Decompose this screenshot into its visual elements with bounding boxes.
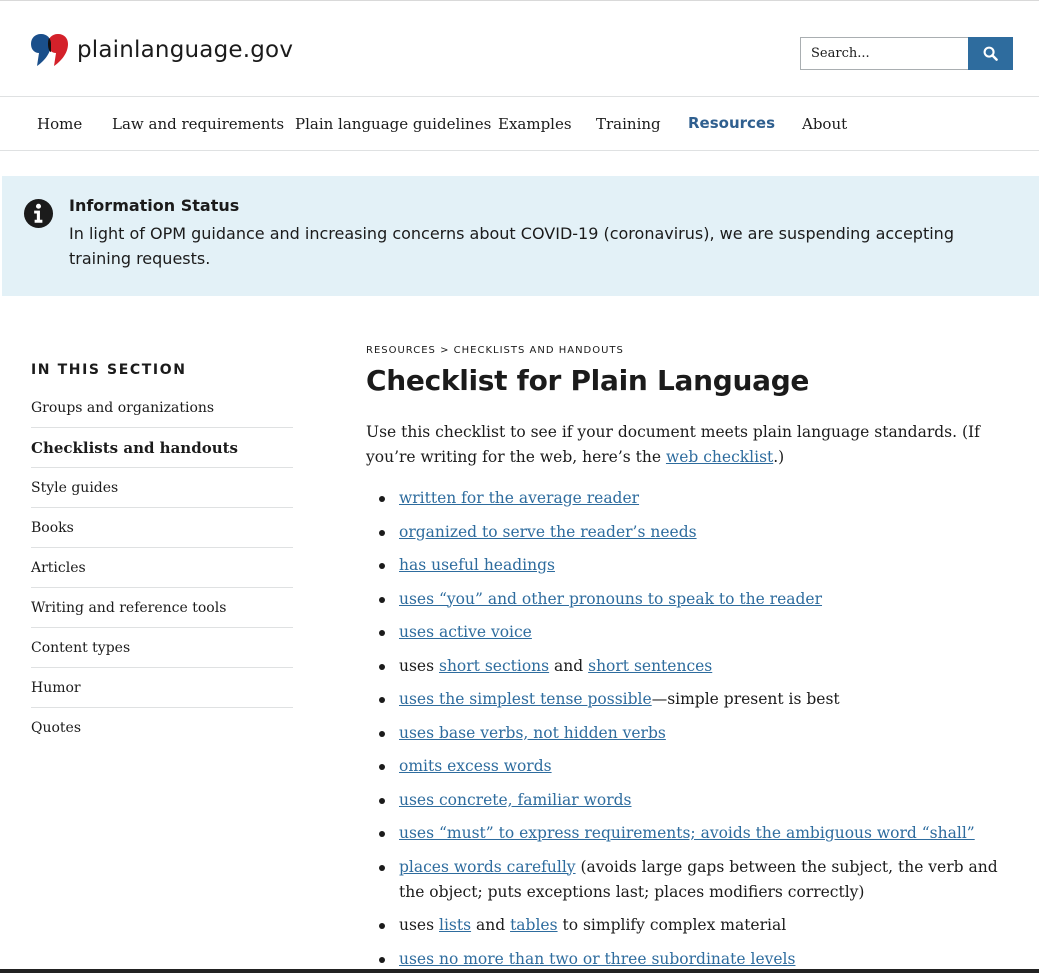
- checklist-item: omits excess words: [366, 754, 1016, 779]
- checklist-text: uses: [399, 916, 439, 934]
- sidebar-heading: IN THIS SECTION: [31, 362, 187, 378]
- checklist-item: uses lists and tables to simplify comple…: [366, 913, 1016, 938]
- breadcrumb: RESOURCES > CHECKLISTS AND HANDOUTS: [366, 345, 624, 356]
- checklist-item: uses base verbs, not hidden verbs: [366, 721, 1016, 746]
- info-alert: Information Status In light of OPM guida…: [2, 176, 1039, 296]
- intro-text-end: .): [773, 448, 785, 466]
- quote-logo-icon: [31, 34, 68, 66]
- intro-paragraph: Use this checklist to see if your docume…: [366, 420, 1016, 470]
- nav-item-training[interactable]: Training: [596, 115, 661, 133]
- sidebar-item-content-types[interactable]: Content types: [31, 628, 293, 668]
- web-checklist-link[interactable]: web checklist: [666, 448, 773, 466]
- sidebar-item-groups-and-organizations[interactable]: Groups and organizations: [31, 388, 293, 428]
- sidebar-item-style-guides[interactable]: Style guides: [31, 468, 293, 508]
- checklist-item: written for the average reader: [366, 486, 1016, 511]
- sidebar-item-books[interactable]: Books: [31, 508, 293, 548]
- checklist-item: organized to serve the reader’s needs: [366, 520, 1016, 545]
- checklist-link[interactable]: tables: [510, 916, 557, 934]
- checklist: written for the average reader organized …: [366, 486, 1016, 973]
- nav-item-about[interactable]: About: [802, 115, 847, 133]
- info-icon: [23, 198, 54, 229]
- site-name: plainlanguage.gov: [77, 37, 294, 63]
- nav-item-law-and-requirements[interactable]: Law and requirements: [112, 115, 284, 133]
- checklist-link[interactable]: short sentences: [588, 657, 712, 675]
- checklist-link[interactable]: organized to serve the reader’s needs: [399, 523, 697, 541]
- checklist-link[interactable]: uses no more than two or three subordina…: [399, 950, 795, 968]
- sidebar-item-humor[interactable]: Humor: [31, 668, 293, 708]
- checklist-text: —simple present is best: [651, 690, 840, 708]
- checklist-link[interactable]: uses concrete, familiar words: [399, 791, 632, 809]
- checklist-text: uses: [399, 656, 439, 675]
- checklist-item: places words carefully (avoids large gap…: [366, 855, 1016, 905]
- checklist-text: to simplify complex material: [557, 916, 787, 934]
- checklist-link[interactable]: uses active voice: [399, 623, 532, 641]
- site-header: plainlanguage.gov: [0, 1, 1039, 96]
- sidebar-item-writing-and-reference-tools[interactable]: Writing and reference tools: [31, 588, 293, 628]
- sidebar-item-checklists-and-handouts[interactable]: Checklists and handouts: [31, 428, 293, 468]
- page-cutoff-edge: [0, 969, 1039, 973]
- sidebar-item-quotes[interactable]: Quotes: [31, 708, 293, 748]
- checklist-item: has useful headings: [366, 553, 1016, 578]
- checklist-link[interactable]: has useful headings: [399, 556, 555, 574]
- search-input[interactable]: [800, 37, 968, 70]
- page-title: Checklist for Plain Language: [366, 364, 810, 397]
- checklist-text: and: [549, 656, 589, 675]
- checklist-item: uses “you” and other pronouns to speak t…: [366, 587, 1016, 612]
- checklist-link[interactable]: short sections: [439, 657, 549, 675]
- checklist-item: uses short sections and short sentences: [366, 654, 1016, 679]
- checklist-link[interactable]: written for the average reader: [399, 489, 639, 507]
- search-form: [800, 37, 1013, 70]
- checklist-link[interactable]: uses “must” to express requirements; avo…: [399, 824, 975, 842]
- checklist-item: uses the simplest tense possible—simple …: [366, 687, 1016, 712]
- checklist-item: uses “must” to express requirements; avo…: [366, 821, 1016, 846]
- sidebar-item-articles[interactable]: Articles: [31, 548, 293, 588]
- checklist-link[interactable]: uses “you” and other pronouns to speak t…: [399, 590, 822, 608]
- checklist-link[interactable]: uses base verbs, not hidden verbs: [399, 724, 666, 742]
- search-icon: [983, 46, 998, 61]
- checklist-link[interactable]: places words carefully: [399, 858, 576, 876]
- checklist-text: and: [471, 916, 511, 934]
- checklist-link[interactable]: uses the simplest tense possible: [399, 690, 652, 708]
- alert-body: In light of OPM guidance and increasing …: [69, 224, 954, 268]
- nav-item-plain-language-guidelines[interactable]: Plain language guidelines: [295, 115, 491, 133]
- checklist-link[interactable]: lists: [439, 916, 471, 934]
- checklist-item: uses active voice: [366, 620, 1016, 645]
- nav-item-resources[interactable]: Resources: [688, 114, 775, 132]
- site-logo[interactable]: plainlanguage.gov: [31, 32, 293, 68]
- nav-item-home[interactable]: Home: [37, 115, 82, 133]
- sidebar-nav: Groups and organizations Checklists and …: [31, 388, 293, 748]
- checklist-item: uses no more than two or three subordina…: [366, 947, 1016, 972]
- checklist-link[interactable]: omits excess words: [399, 757, 552, 775]
- primary-nav: Home Law and requirements Plain language…: [0, 96, 1039, 151]
- alert-title: Information Status: [69, 196, 240, 215]
- search-button[interactable]: [968, 37, 1013, 70]
- nav-item-examples[interactable]: Examples: [498, 115, 572, 133]
- checklist-item: uses concrete, familiar words: [366, 788, 1016, 813]
